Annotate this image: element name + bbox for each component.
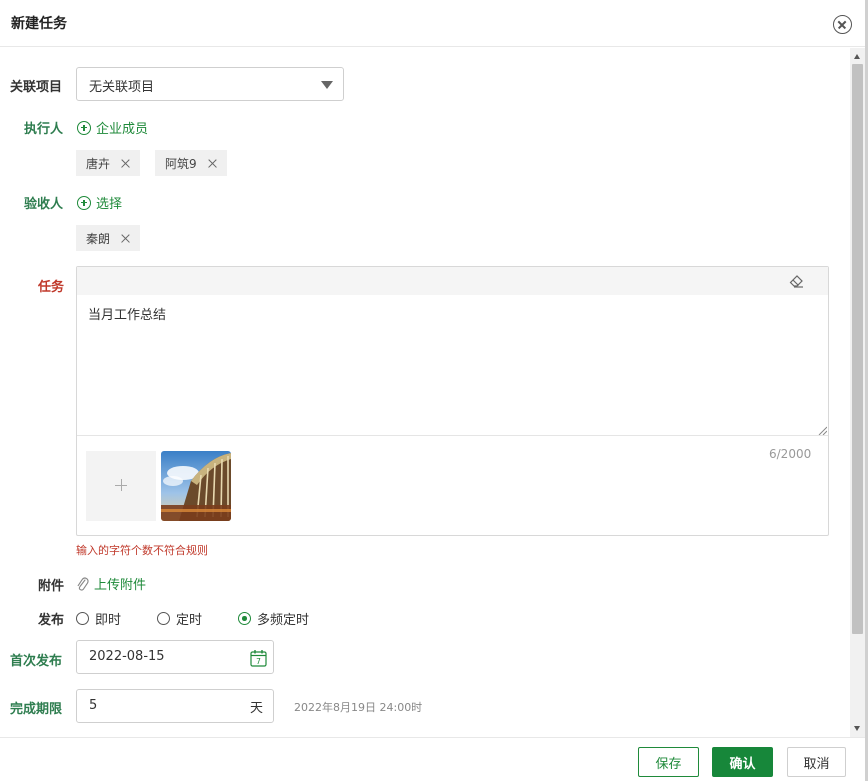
dialog-title: 新建任务 <box>11 16 67 32</box>
calendar-day: 7 <box>256 657 261 666</box>
add-assignee-button[interactable]: 企业成员 <box>77 118 148 137</box>
upload-attachment-button[interactable]: 上传附件 <box>76 574 146 593</box>
project-select-value: 无关联项目 <box>89 80 155 95</box>
assignee-tag-label: 阿筑9 <box>165 156 197 171</box>
resize-grip-icon[interactable] <box>817 425 827 435</box>
publish-option-label: 多频定时 <box>257 613 310 628</box>
publish-label: 发布 <box>38 613 65 628</box>
dialog-header: 新建任务 <box>0 0 868 47</box>
deadline-hint: 2022年8月19日 24:00时 <box>294 701 423 714</box>
add-reviewer-label: 选择 <box>96 197 123 212</box>
add-assignee-label: 企业成员 <box>96 122 149 137</box>
caret-down-icon <box>321 81 333 89</box>
plus-icon <box>115 479 127 491</box>
paperclip-icon <box>77 576 89 591</box>
assignee-tag-label: 唐卉 <box>86 156 111 171</box>
close-icon[interactable] <box>833 15 852 34</box>
close-icon[interactable] <box>207 158 217 168</box>
editor-divider <box>77 435 828 436</box>
radio-icon <box>76 612 89 625</box>
eraser-icon[interactable] <box>789 274 804 288</box>
reviewer-tag: 秦朗 <box>76 225 141 251</box>
first-publish-date-value: 2022-08-15 <box>89 649 165 664</box>
cancel-button[interactable]: 取消 <box>787 747 846 777</box>
publish-option-scheduled[interactable]: 定时 <box>157 609 202 628</box>
add-reviewer-button[interactable]: 选择 <box>77 193 122 212</box>
scroll-thumb[interactable] <box>852 64 863 634</box>
building-photo-icon <box>161 451 231 521</box>
calendar-icon[interactable]: 7 <box>250 649 267 667</box>
image-upload-button[interactable] <box>86 451 156 521</box>
attachment-label: 附件 <box>38 579 65 594</box>
vertical-scrollbar[interactable] <box>850 48 865 737</box>
save-button[interactable]: 保存 <box>638 747 699 777</box>
close-icon[interactable] <box>120 233 130 243</box>
publish-option-multi-scheduled[interactable]: 多频定时 <box>238 609 309 628</box>
confirm-button[interactable]: 确认 <box>712 747 773 777</box>
assignee-label: 执行人 <box>24 122 64 137</box>
plus-circle-icon <box>77 195 91 210</box>
scroll-up-icon[interactable] <box>854 54 860 59</box>
close-icon[interactable] <box>120 158 130 168</box>
radio-selected-icon <box>238 612 252 625</box>
task-text[interactable]: 当月工作总结 <box>88 304 166 323</box>
assignee-tag: 唐卉 <box>76 150 141 176</box>
task-editor: 当月工作总结 6/2000 <box>76 266 829 536</box>
first-publish-label: 首次发布 <box>10 654 63 669</box>
deadline-label: 完成期限 <box>10 702 63 717</box>
deadline-input[interactable]: 5 天 <box>76 689 274 723</box>
publish-option-immediate[interactable]: 即时 <box>76 609 121 628</box>
upload-attachment-label: 上传附件 <box>94 578 147 593</box>
scroll-down-icon[interactable] <box>854 726 860 731</box>
task-error-message: 输入的字符个数不符合规则 <box>76 544 208 557</box>
project-label: 关联项目 <box>10 80 63 95</box>
deadline-unit: 天 <box>250 701 264 716</box>
publish-radio-group: 即时 定时 多频定时 <box>76 609 345 628</box>
first-publish-date-input[interactable]: 2022-08-15 7 <box>76 640 274 674</box>
assignee-tag: 阿筑9 <box>155 150 227 176</box>
reviewer-tag-label: 秦朗 <box>86 231 111 246</box>
publish-option-label: 即时 <box>95 613 122 628</box>
project-select[interactable]: 无关联项目 <box>76 67 344 101</box>
uploaded-image-thumbnail[interactable] <box>161 451 231 521</box>
reviewer-label: 验收人 <box>24 197 64 212</box>
task-label: 任务 <box>38 280 65 295</box>
char-count: 6/2000 <box>769 447 812 461</box>
publish-option-label: 定时 <box>176 613 203 628</box>
deadline-value: 5 <box>89 698 98 713</box>
plus-circle-icon <box>77 120 91 135</box>
radio-icon <box>157 612 171 625</box>
editor-toolbar <box>77 267 828 295</box>
dialog-footer: 保存 确认 取消 <box>0 737 865 781</box>
